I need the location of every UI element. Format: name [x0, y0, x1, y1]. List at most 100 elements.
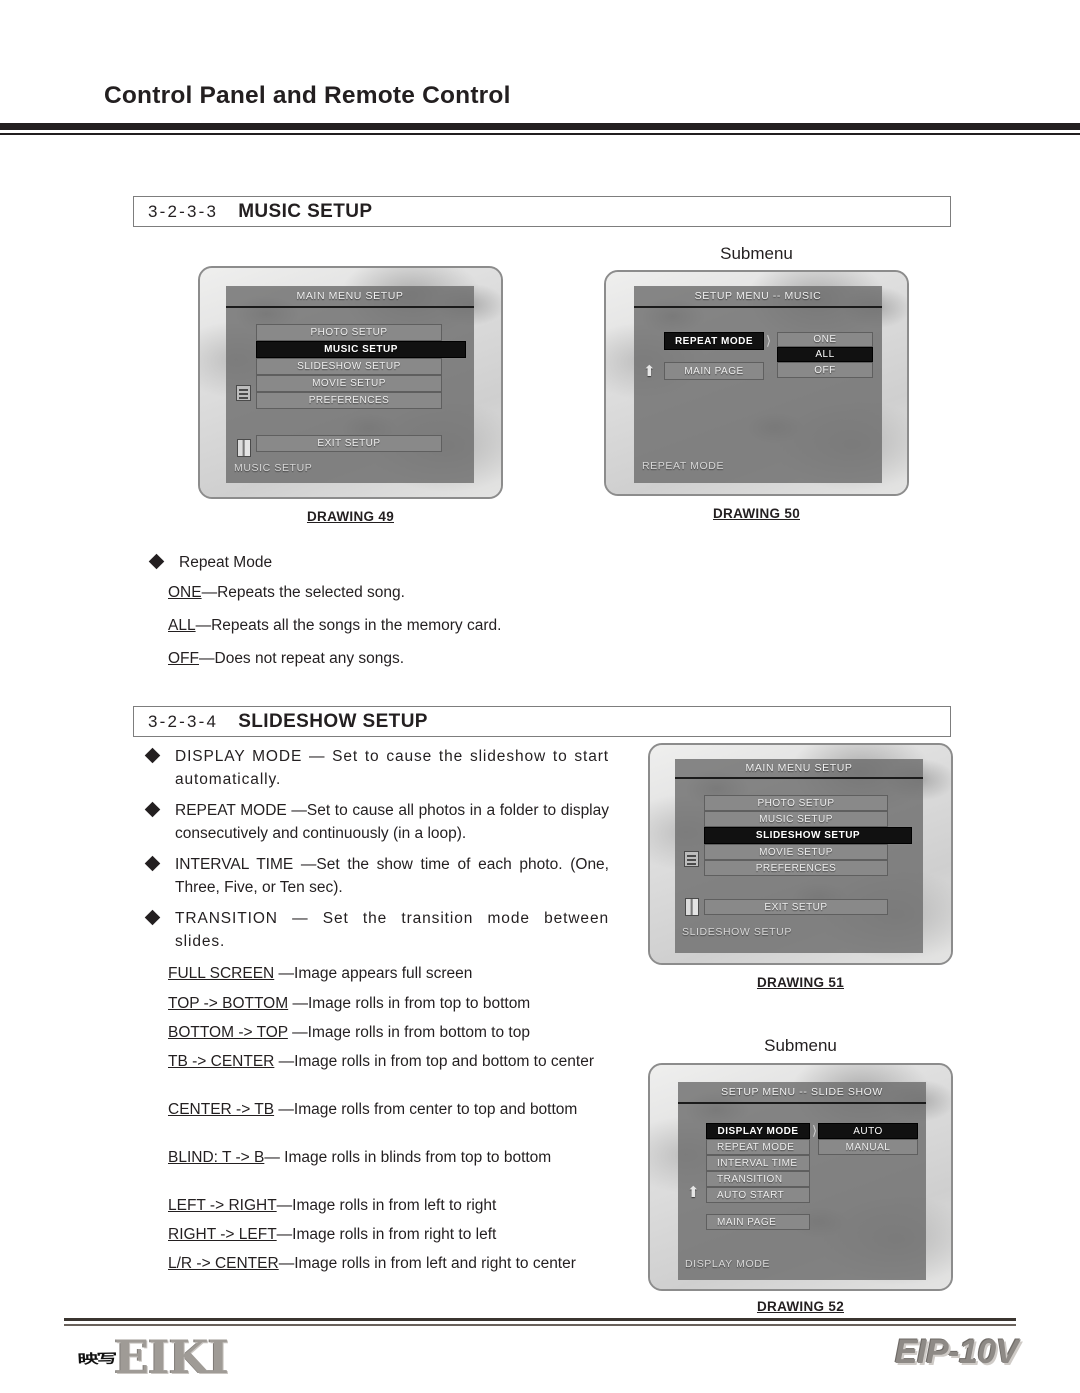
- menu-item-photo-setup[interactable]: PHOTO SETUP: [256, 324, 442, 341]
- chevron-right-icon: ⟩: [766, 333, 772, 348]
- page-header: Control Panel and Remote Control: [0, 0, 1080, 140]
- transition-line-top-bottom: TOP -> BOTTOM —Image rolls in from top t…: [168, 992, 620, 1015]
- transition-line-right-left: RIGHT -> LEFT—Image rolls in from right …: [168, 1223, 620, 1246]
- manual-book-icon: [685, 898, 699, 916]
- diamond-bullet-icon: [144, 801, 161, 818]
- menu-item-repeat-mode[interactable]: REPEAT MODE: [664, 332, 764, 350]
- transition-desc-right-left: —Image rolls in from right to left: [276, 1226, 497, 1243]
- option-desc-one: —Repeats the selected song.: [201, 584, 405, 601]
- menu-item-repeat-mode[interactable]: REPEAT MODE: [706, 1139, 810, 1155]
- osd-panel: MAIN MENU SETUP PHOTO SETUP MUSIC SETUP …: [226, 286, 474, 483]
- option-term-one: ONE: [168, 584, 202, 601]
- figure-caption-49: DRAWING 49: [306, 509, 394, 524]
- diamond-bullet-icon: [144, 747, 161, 764]
- menu-item-display-mode[interactable]: DISPLAY MODE: [706, 1123, 810, 1139]
- transition-desc-blind-t-b: — Image rolls in blinds from top to bott…: [264, 1149, 552, 1166]
- transition-line-lr-center: L/R -> CENTER—Image rolls in from left a…: [168, 1252, 620, 1275]
- menu-item-main-page[interactable]: MAIN PAGE: [706, 1214, 810, 1230]
- bullet-text: INTERVAL TIME —Set the show time of each…: [175, 856, 609, 896]
- option-off[interactable]: OFF: [777, 362, 873, 378]
- menu-item-interval-time[interactable]: INTERVAL TIME: [706, 1155, 810, 1171]
- page-title: Control Panel and Remote Control: [104, 82, 511, 109]
- memory-card-icon: [236, 385, 251, 401]
- osd-title: SETUP MENU -- SLIDE SHOW: [721, 1086, 883, 1098]
- figure-drawing-52: Submenu SETUP MENU -- SLIDE SHOW ⬆ DISPL…: [648, 1036, 953, 1321]
- osd-status-text: REPEAT MODE: [642, 460, 725, 472]
- up-arrow-icon: ⬆: [687, 1184, 700, 1201]
- transition-desc-lr-center: —Image rolls in from left and right to c…: [278, 1255, 576, 1272]
- section-title: MUSIC SETUP: [238, 200, 373, 222]
- section-heading-music-setup: 3-2-3-3 MUSIC SETUP: [133, 196, 951, 227]
- transition-line-bottom-top: BOTTOM -> TOP —Image rolls in from botto…: [168, 1021, 620, 1044]
- option-term-all: ALL: [168, 617, 196, 634]
- osd-title: MAIN MENU SETUP: [745, 762, 853, 774]
- header-divider-thick: [0, 123, 1080, 130]
- transition-desc-full-screen: —Image appears full screen: [274, 965, 473, 982]
- menu-item-preferences[interactable]: PREFERENCES: [256, 392, 442, 409]
- transition-term-full-screen: FULL SCREEN: [168, 965, 275, 982]
- menu-item-photo-setup[interactable]: PHOTO SETUP: [704, 795, 888, 811]
- transition-term-left-right: LEFT -> RIGHT: [168, 1197, 277, 1214]
- osd-title-divider: [675, 777, 923, 779]
- model-number: EIP-10V: [894, 1333, 1019, 1371]
- option-auto[interactable]: AUTO: [818, 1123, 918, 1139]
- menu-item-transition[interactable]: TRANSITION: [706, 1171, 810, 1187]
- footer-divider-thick: [64, 1318, 1016, 1321]
- menu-item-slideshow-setup[interactable]: SLIDESHOW SETUP: [704, 827, 912, 844]
- osd-panel: SETUP MENU -- MUSIC ⬆ REPEAT MODE ⟩ MAIN…: [634, 286, 882, 483]
- memory-card-icon: [684, 851, 699, 867]
- transition-desc-tb-center: —Image rolls in from top and bottom to c…: [274, 1053, 594, 1070]
- chevron-right-icon: ⟩: [812, 1123, 818, 1138]
- menu-item-music-setup[interactable]: MUSIC SETUP: [704, 811, 888, 827]
- figure-caption-50: DRAWING 50: [712, 506, 800, 521]
- transition-term-blind-t-b: BLIND: T -> B: [168, 1149, 265, 1166]
- osd-panel: SETUP MENU -- SLIDE SHOW ⬆ DISPLAY MODE …: [678, 1082, 926, 1280]
- osd-title-divider: [634, 306, 882, 308]
- menu-item-movie-setup[interactable]: MOVIE SETUP: [704, 844, 888, 860]
- bullet-label: Repeat Mode: [179, 554, 273, 571]
- osd-panel: MAIN MENU SETUP PHOTO SETUP MUSIC SETUP …: [675, 759, 923, 953]
- bullet-repeat-mode: Repeat Mode: [148, 551, 621, 574]
- transition-line-center-tb: CENTER -> TB —Image rolls from center to…: [168, 1098, 620, 1121]
- transition-term-tb-center: TB -> CENTER: [168, 1053, 275, 1070]
- bullet-interval-time: INTERVAL TIME —Set the show time of each…: [144, 853, 609, 899]
- osd-title-divider: [678, 1102, 926, 1104]
- transition-desc-center-tb: —Image rolls from center to top and bott…: [274, 1101, 578, 1118]
- transition-line-blind-t-b: BLIND: T -> B— Image rolls in blinds fro…: [168, 1146, 620, 1169]
- transition-term-bottom-top: BOTTOM -> TOP: [168, 1024, 288, 1041]
- transition-term-right-left: RIGHT -> LEFT: [168, 1226, 277, 1243]
- figure-drawing-51: MAIN MENU SETUP PHOTO SETUP MUSIC SETUP …: [648, 743, 953, 1008]
- menu-item-preferences[interactable]: PREFERENCES: [704, 860, 888, 876]
- transition-term-lr-center: L/R -> CENTER: [168, 1255, 279, 1272]
- menu-item-auto-start[interactable]: AUTO START: [706, 1187, 810, 1203]
- transition-term-center-tb: CENTER -> TB: [168, 1101, 275, 1118]
- section-number: 3-2-3-3: [148, 201, 219, 221]
- option-desc-all: —Repeats all the songs in the memory car…: [195, 617, 502, 634]
- menu-item-main-page[interactable]: MAIN PAGE: [664, 362, 764, 380]
- bullet-repeat-mode: REPEAT MODE —Set to cause all photos in …: [144, 799, 609, 845]
- menu-item-slideshow-setup[interactable]: SLIDESHOW SETUP: [256, 358, 442, 375]
- transition-desc-left-right: —Image rolls in from left to right: [276, 1197, 497, 1214]
- option-line-off: OFF—Does not repeat any songs.: [168, 647, 628, 670]
- diamond-bullet-icon: [144, 855, 161, 872]
- option-manual[interactable]: MANUAL: [818, 1139, 918, 1155]
- section-title: SLIDESHOW SETUP: [238, 710, 428, 732]
- device-screen-frame: SETUP MENU -- MUSIC ⬆ REPEAT MODE ⟩ MAIN…: [604, 270, 909, 496]
- header-divider-thin: [0, 133, 1080, 135]
- device-screen-frame: MAIN MENU SETUP PHOTO SETUP MUSIC SETUP …: [198, 266, 503, 499]
- option-all[interactable]: ALL: [777, 347, 873, 362]
- brand-name: EIKI: [114, 1330, 229, 1384]
- device-screen-frame: MAIN MENU SETUP PHOTO SETUP MUSIC SETUP …: [648, 743, 953, 965]
- transition-desc-top-bottom: —Image rolls in from top to bottom: [288, 995, 531, 1012]
- menu-item-exit-setup[interactable]: EXIT SETUP: [256, 435, 442, 452]
- menu-item-exit-setup[interactable]: EXIT SETUP: [704, 899, 888, 915]
- brand-logo: 映写 EIKI: [77, 1326, 229, 1384]
- figure-drawing-50: Submenu SETUP MENU -- MUSIC ⬆ REPEAT MOD…: [604, 244, 909, 534]
- menu-item-music-setup[interactable]: MUSIC SETUP: [256, 341, 466, 358]
- transition-line-left-right: LEFT -> RIGHT—Image rolls in from left t…: [168, 1194, 620, 1217]
- menu-item-movie-setup[interactable]: MOVIE SETUP: [256, 375, 442, 392]
- option-one[interactable]: ONE: [777, 332, 873, 347]
- option-line-all: ALL—Repeats all the songs in the memory …: [168, 614, 628, 637]
- bullet-text: DISPLAY MODE — Set to cause the slidesho…: [175, 748, 609, 788]
- diamond-bullet-icon: [148, 553, 165, 570]
